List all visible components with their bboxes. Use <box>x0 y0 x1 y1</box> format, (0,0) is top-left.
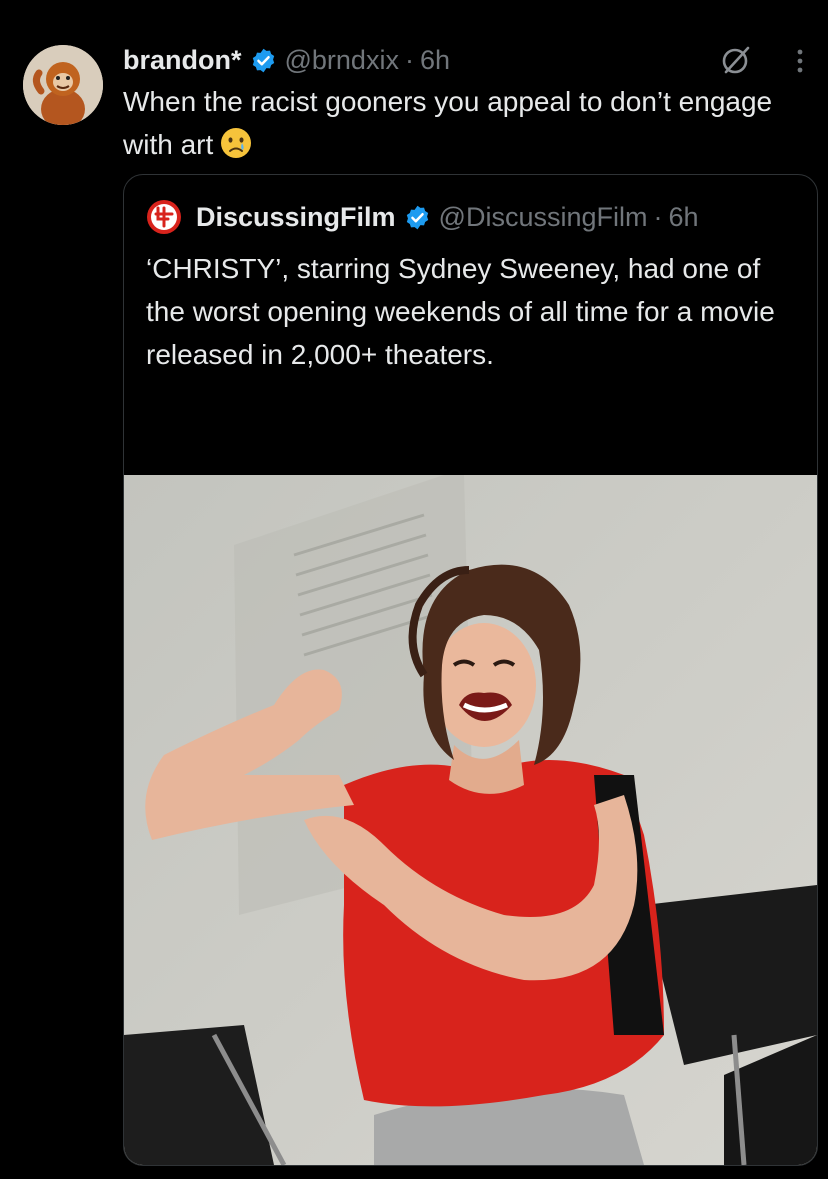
discussingfilm-logo-icon[interactable] <box>146 199 182 235</box>
verified-badge-icon <box>404 204 431 231</box>
author-handle[interactable]: @brndxix <box>285 45 399 76</box>
quoted-author-display-name[interactable]: DiscussingFilm <box>196 202 396 233</box>
quoted-tweet-card[interactable]: DiscussingFilm @DiscussingFilm · 6h ‘CHR… <box>123 174 818 1166</box>
tweet-text: When the racist gooners you appeal to do… <box>123 80 783 166</box>
avatar[interactable] <box>23 45 103 125</box>
orangutan-avatar-icon <box>23 45 103 125</box>
grok-icon[interactable] <box>720 44 752 76</box>
separator-dot: · <box>653 201 663 232</box>
tweet-timestamp[interactable]: 6h <box>420 45 450 76</box>
crying-face-emoji <box>219 126 253 160</box>
tweet-header: brandon* @brndxix · 6h <box>123 40 450 80</box>
woman-flexing-photo-icon <box>124 475 817 1165</box>
quoted-tweet-photo[interactable] <box>124 475 817 1165</box>
separator-dot: · <box>404 44 414 75</box>
more-options-icon[interactable] <box>790 46 810 76</box>
quoted-tweet-timestamp[interactable]: 6h <box>668 202 698 233</box>
quoted-tweet-header: DiscussingFilm @DiscussingFilm · 6h <box>146 199 699 235</box>
author-display-name[interactable]: brandon* <box>123 45 242 76</box>
verified-badge-icon <box>250 47 277 74</box>
tweet[interactable]: brandon* @brndxix · 6h When the racist g… <box>0 0 828 1179</box>
quoted-author-handle[interactable]: @DiscussingFilm <box>439 202 648 233</box>
quoted-tweet-text: ‘CHRISTY’, starring Sydney Sweeney, had … <box>146 253 775 370</box>
